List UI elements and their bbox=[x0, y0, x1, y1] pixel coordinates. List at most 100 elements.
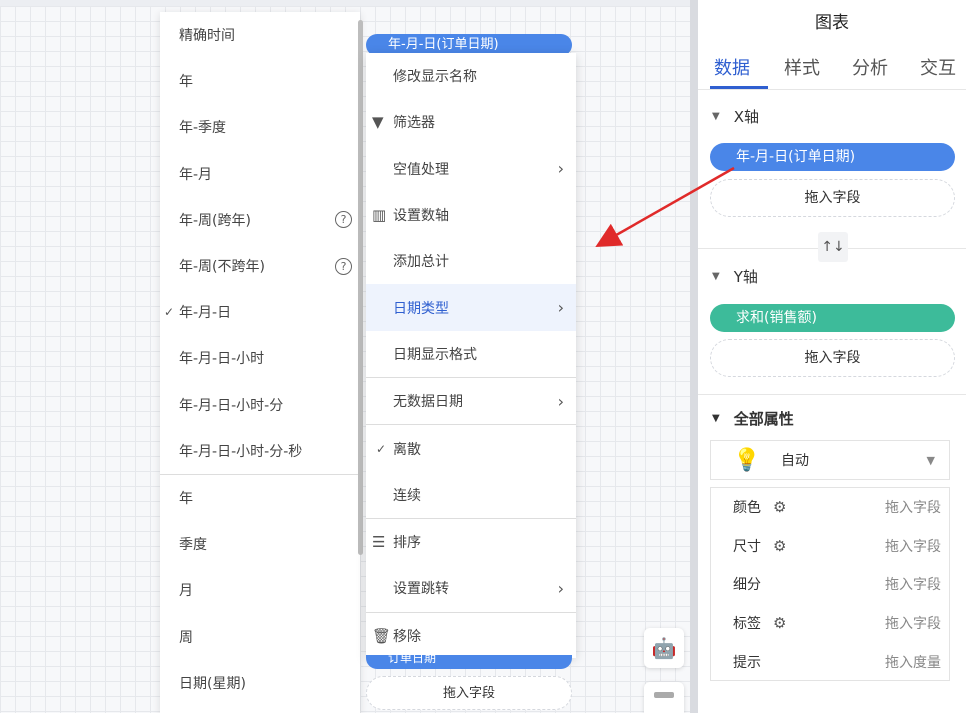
date-type-option[interactable]: 年-季度 bbox=[160, 104, 360, 150]
option-label: 年-月-日-小时 bbox=[179, 351, 265, 368]
panel-title: 图表 bbox=[815, 13, 849, 33]
property-drop-zone[interactable]: 拖入度量 bbox=[885, 652, 941, 672]
property-name: 颜色 bbox=[733, 500, 761, 517]
all-props-header[interactable]: ▼ 全部属性 bbox=[712, 408, 794, 429]
date-type-option[interactable]: ✓ 年-月-日 bbox=[160, 289, 360, 335]
date-type-option[interactable]: 年 bbox=[160, 475, 360, 521]
date-type-option[interactable]: 年-月 bbox=[160, 151, 360, 197]
check-icon: ✓ bbox=[164, 305, 175, 320]
x-axis-drop-zone[interactable]: 拖入字段 bbox=[710, 179, 955, 217]
property-row[interactable]: 标签 ⚙ 拖入字段 bbox=[711, 604, 949, 643]
y-axis-header[interactable]: ▼ Y轴 bbox=[712, 266, 758, 287]
date-type-option[interactable]: 年-月-日-小时 bbox=[160, 335, 360, 381]
menu-item[interactable]: 日期显示格式 bbox=[366, 331, 576, 377]
menu-item[interactable]: 修改显示名称 bbox=[366, 53, 576, 99]
gear-icon[interactable]: ⚙ bbox=[773, 537, 786, 555]
robot-icon: 🤖 bbox=[651, 636, 677, 660]
menu-item[interactable]: ▥ 设置数轴 bbox=[366, 192, 576, 238]
tab-interaction[interactable]: 交互 bbox=[920, 54, 956, 80]
assistant-robot-button[interactable]: 🤖 bbox=[644, 628, 684, 668]
swap-axes-button[interactable]: ↑↓ bbox=[818, 232, 848, 262]
chart-type-select[interactable]: 💡 自动 ▼ bbox=[710, 440, 950, 480]
menu-item[interactable]: 添加总计 bbox=[366, 238, 576, 284]
menu-item-label: 无数据日期 bbox=[393, 394, 463, 411]
menu-item[interactable]: 🗑 移除 bbox=[366, 613, 576, 659]
date-type-option[interactable]: 精确时间 bbox=[160, 12, 360, 58]
property-name: 提示 bbox=[733, 654, 761, 671]
option-label: 周 bbox=[179, 629, 193, 646]
divider bbox=[698, 394, 966, 395]
date-type-submenu: 精确时间年年-季度 年-月 年-周(跨年)? 年-周(不跨年)? ✓ 年-月-日 年-月-日… bbox=[160, 12, 360, 713]
menu-item[interactable]: 连续 bbox=[366, 472, 576, 518]
field-context-menu: 修改显示名称 ▼ 筛选器 空值处理 › ▥ 设置数轴 添加总计 日期类型 › 日期显示格式 无数据日期… bbox=[366, 53, 576, 658]
option-label: 年-月-日-小时-分-秒 bbox=[179, 443, 303, 460]
tab-style[interactable]: 样式 bbox=[784, 54, 820, 80]
chevron-down-icon: ▼ bbox=[926, 453, 935, 467]
option-label: 月 bbox=[179, 583, 193, 600]
menu-item[interactable]: ☰ 排序 bbox=[366, 519, 576, 565]
menu-item-label: 日期显示格式 bbox=[393, 346, 477, 363]
y-axis-field-pill[interactable]: 求和(销售额) bbox=[710, 304, 955, 332]
collapse-button[interactable] bbox=[644, 682, 684, 713]
gear-icon[interactable]: ⚙ bbox=[773, 614, 786, 632]
collapse-triangle-icon: ▼ bbox=[712, 271, 720, 282]
menu-item-label: 设置数轴 bbox=[393, 208, 449, 225]
date-type-option[interactable]: 年-周(跨年)? bbox=[160, 197, 360, 243]
chevron-right-icon: › bbox=[557, 298, 564, 318]
chevron-right-icon: › bbox=[557, 391, 564, 411]
menu-item-label: 添加总计 bbox=[393, 254, 449, 271]
option-label: 日期(星期) bbox=[179, 675, 246, 692]
mark-properties: 颜色 ⚙ 拖入字段 尺寸 ⚙ 拖入字段 细分 拖入字段 标签 ⚙ 拖入字段 提示 拖入度量 bbox=[710, 487, 950, 681]
filter-icon: ▼ bbox=[372, 113, 384, 132]
menu-item[interactable]: 设置跳转 › bbox=[366, 565, 576, 611]
option-label: 年-月-日 bbox=[179, 305, 232, 322]
menu-item-label: 修改显示名称 bbox=[393, 69, 477, 86]
help-icon[interactable]: ? bbox=[335, 211, 352, 229]
property-drop-zone[interactable]: 拖入字段 bbox=[885, 497, 941, 517]
option-label: 年-月-日-小时-分 bbox=[179, 397, 284, 414]
property-row[interactable]: 颜色 ⚙ 拖入字段 bbox=[711, 488, 949, 527]
field-drop-zone[interactable]: 拖入字段 bbox=[366, 676, 572, 710]
submenu-scrollbar[interactable] bbox=[358, 20, 363, 555]
date-type-option[interactable]: 月 bbox=[160, 567, 360, 613]
date-type-option[interactable]: 年 bbox=[160, 58, 360, 104]
menu-item[interactable]: 空值处理 › bbox=[366, 146, 576, 192]
property-drop-zone[interactable]: 拖入字段 bbox=[885, 536, 941, 556]
y-axis-drop-zone[interactable]: 拖入字段 bbox=[710, 339, 955, 377]
menu-item-label: 设置跳转 bbox=[393, 581, 449, 598]
panel-splitter[interactable] bbox=[690, 0, 698, 713]
collapse-triangle-icon: ▼ bbox=[712, 111, 720, 122]
menu-item-label: 空值处理 bbox=[393, 161, 449, 178]
option-label: 年-周(跨年) bbox=[179, 212, 251, 229]
date-type-option[interactable]: 年-周(不跨年)? bbox=[160, 243, 360, 289]
date-type-option[interactable]: 年-月-日-小时-分-秒 bbox=[160, 428, 360, 474]
menu-item[interactable]: 无数据日期 › bbox=[366, 378, 576, 424]
property-row[interactable]: 提示 拖入度量 bbox=[711, 642, 949, 681]
menu-item-label: 连续 bbox=[393, 487, 421, 504]
property-row[interactable]: 尺寸 ⚙ 拖入字段 bbox=[711, 527, 949, 566]
date-type-option[interactable]: 季度 bbox=[160, 521, 360, 567]
axis-icon: ▥ bbox=[372, 206, 387, 225]
menu-item[interactable]: 日期类型 › bbox=[366, 284, 576, 331]
property-name: 标签 bbox=[733, 616, 761, 633]
sort-icon: ☰ bbox=[372, 533, 386, 552]
x-axis-header[interactable]: ▼ X轴 bbox=[712, 106, 759, 127]
panel-tabs: 数据 样式 分析 交互 bbox=[698, 44, 966, 90]
property-drop-zone[interactable]: 拖入字段 bbox=[885, 613, 941, 633]
tab-data[interactable]: 数据 bbox=[714, 54, 750, 80]
option-label: 年-季度 bbox=[179, 120, 227, 137]
menu-item-label: 离散 bbox=[393, 441, 421, 458]
menu-item[interactable]: ✓ 离散 bbox=[366, 425, 576, 471]
date-type-option[interactable]: 年-月-日-小时-分 bbox=[160, 382, 360, 428]
property-drop-zone[interactable]: 拖入字段 bbox=[885, 574, 941, 594]
property-row[interactable]: 细分 拖入字段 bbox=[711, 565, 949, 604]
tab-analysis[interactable]: 分析 bbox=[852, 54, 888, 80]
help-icon[interactable]: ? bbox=[335, 257, 352, 275]
date-type-option[interactable]: 周 bbox=[160, 613, 360, 659]
field-pill-secondary[interactable]: 订单日期 bbox=[366, 655, 572, 669]
date-type-option[interactable]: 日期(星期) bbox=[160, 660, 360, 706]
x-axis-field-pill[interactable]: 年-月-日(订单日期) bbox=[710, 143, 955, 171]
menu-item-label: 移除 bbox=[393, 628, 421, 645]
menu-item[interactable]: ▼ 筛选器 bbox=[366, 99, 576, 145]
gear-icon[interactable]: ⚙ bbox=[773, 498, 786, 516]
